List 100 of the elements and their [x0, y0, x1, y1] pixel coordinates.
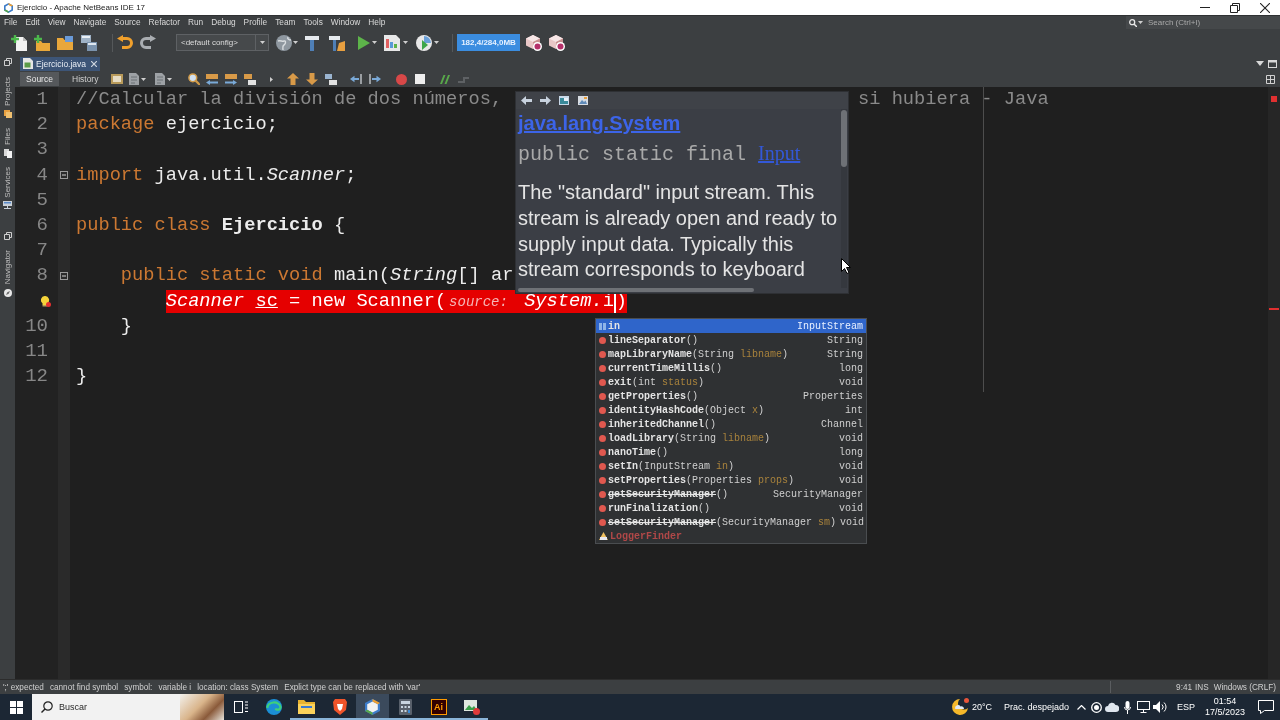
fold-icon[interactable] [60, 171, 68, 180]
document-chart-icon[interactable] [384, 34, 400, 51]
shapes-icon[interactable] [325, 73, 337, 85]
completion-item[interactable]: lineSeparator() String [596, 333, 866, 347]
maximize-icon[interactable] [1268, 59, 1277, 68]
caret-icon[interactable] [167, 77, 172, 81]
completion-item[interactable]: in InputStream [596, 319, 866, 333]
arrow-right-icon[interactable] [540, 96, 551, 105]
new-file-icon[interactable] [11, 34, 27, 51]
completion-item[interactable]: loadLibrary(String libname) void [596, 431, 866, 445]
undo-icon[interactable] [117, 34, 133, 51]
menu-item[interactable]: File [0, 16, 22, 29]
completion-item[interactable]: runFinalization() void [596, 501, 866, 515]
view-tab[interactable]: Source [20, 72, 59, 86]
speaker-icon[interactable] [1153, 701, 1167, 713]
scrollbar-thumb[interactable] [518, 288, 754, 292]
caret-icon[interactable] [141, 77, 146, 81]
folder-icon [298, 700, 315, 714]
menu-item[interactable]: Tools [299, 16, 327, 29]
close-icon[interactable] [91, 60, 98, 67]
window-icon[interactable] [559, 96, 569, 105]
monitor-icon[interactable] [1137, 701, 1150, 713]
language-indicator[interactable]: ESP [1177, 702, 1195, 712]
taskbar-button[interactable] [356, 694, 389, 720]
redo-icon[interactable] [140, 34, 156, 51]
window-restore-icon[interactable] [3, 232, 12, 241]
document-icon[interactable] [129, 73, 139, 85]
completion-item[interactable]: getProperties() Properties [596, 389, 866, 403]
completion-item[interactable]: setIn(InputStream in) void [596, 459, 866, 473]
completion-item[interactable]: nanoTime() long [596, 445, 866, 459]
menu-item[interactable]: Refactor [144, 16, 184, 29]
document-icon[interactable] [155, 73, 165, 85]
completion-item[interactable]: getSecurityManager() SecurityManager [596, 487, 866, 501]
globe-icon[interactable] [276, 34, 292, 51]
run-icon[interactable] [358, 35, 370, 50]
completion-item[interactable]: setProperties(Properties props) void [596, 473, 866, 487]
caret-icon[interactable] [270, 76, 273, 82]
arrow-left-icon[interactable] [521, 96, 532, 105]
gauge-icon[interactable] [416, 34, 432, 51]
arrow-bar-left-icon[interactable] [350, 74, 362, 84]
record-icon[interactable] [396, 73, 407, 85]
view-tab[interactable]: History [66, 72, 105, 86]
double-slash-icon[interactable] [440, 74, 450, 84]
completion-item[interactable]: currentTimeMillis() long [596, 361, 866, 375]
menu-item[interactable]: Debug [207, 16, 240, 29]
scrollbar-thumb[interactable] [841, 110, 847, 167]
menu-item[interactable]: Source [110, 16, 145, 29]
search-icon[interactable] [188, 73, 200, 85]
completion-item[interactable]: inheritedChannel() Channel [596, 417, 866, 431]
bars-icon [599, 322, 606, 330]
stacked-windows-icon[interactable] [81, 34, 97, 51]
cube-badge-icon[interactable] [526, 34, 542, 51]
cloud-icon[interactable] [1105, 702, 1119, 712]
menu-item[interactable]: Edit [21, 16, 44, 29]
editor-tab[interactable]: Ejercicio.java [20, 56, 101, 71]
stacked-boxes-icon[interactable] [244, 73, 256, 85]
cube-badge-icon[interactable] [549, 34, 565, 51]
fold-icon[interactable] [60, 271, 68, 280]
new-folder-icon[interactable] [34, 34, 50, 51]
caret-icon[interactable] [434, 41, 439, 44]
caret-icon[interactable] [1256, 61, 1264, 66]
menu-item[interactable]: Navigate [69, 16, 111, 29]
config-dropdown[interactable]: <default config> [176, 34, 269, 51]
side-panel-tab[interactable]: Navigator [3, 250, 12, 297]
completion-item[interactable]: identityHashCode(Object x) int [596, 403, 866, 417]
side-panel-tab[interactable]: Projects [3, 77, 12, 118]
search-input[interactable]: Buscar [59, 694, 180, 720]
menu-item[interactable]: Help [364, 16, 390, 29]
chevron-up-icon[interactable] [1077, 704, 1086, 710]
menu-item[interactable]: Run [183, 16, 208, 29]
box-arrow-right-icon[interactable] [225, 73, 237, 85]
moon-cloud-icon[interactable] [951, 698, 969, 716]
arrow-down-icon[interactable] [306, 73, 318, 85]
search-field[interactable]: Buscar [32, 694, 224, 720]
side-panel-tab[interactable]: Files [3, 127, 12, 158]
taskbar-button[interactable]: Ai [422, 694, 455, 720]
hammer-icon[interactable] [305, 34, 319, 51]
menu-item[interactable]: Window [326, 16, 365, 29]
lightbulb-error-icon[interactable] [41, 295, 51, 307]
side-panel-tab[interactable]: Services [3, 166, 12, 210]
completion-item[interactable]: setSecurityManager(SecurityManager sm) void [596, 515, 866, 529]
ring-dot-icon[interactable] [1091, 701, 1102, 713]
arrow-up-icon[interactable] [287, 73, 299, 85]
caret-icon[interactable] [403, 41, 408, 44]
box-arrow-left-icon[interactable] [206, 73, 218, 85]
hammer-broom-icon[interactable] [329, 34, 345, 51]
picture-icon[interactable] [578, 96, 588, 105]
completion-item[interactable]: mapLibraryName(String libname) String [596, 347, 866, 361]
menu-item[interactable]: View [43, 16, 70, 29]
folder-icon[interactable] [57, 35, 73, 50]
menu-item[interactable]: Team [271, 16, 300, 29]
notification-icon[interactable] [1258, 700, 1274, 714]
arrow-bar-right-icon[interactable] [369, 74, 381, 84]
caret-icon[interactable] [372, 41, 377, 44]
window-restore-icon[interactable] [3, 58, 12, 66]
grid-icon[interactable] [1266, 74, 1275, 84]
menu-item[interactable]: Profile [239, 16, 272, 29]
caret-icon[interactable] [293, 41, 298, 44]
completion-item[interactable]: exit(int status) void [596, 375, 866, 389]
microphone-icon[interactable] [1124, 700, 1131, 714]
